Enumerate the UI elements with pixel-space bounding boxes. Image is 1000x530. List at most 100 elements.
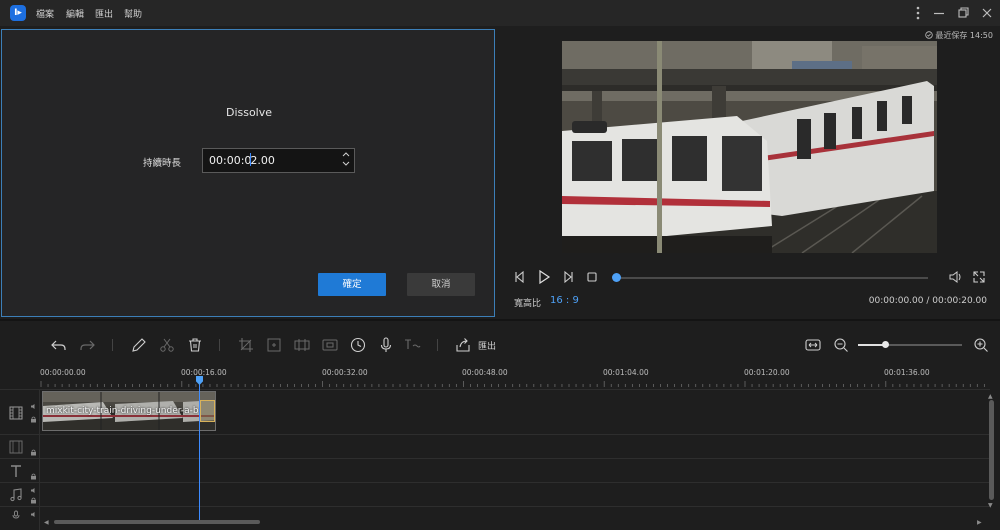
video-preview [562,41,937,253]
autosave-status: 最近保存 14:50 [925,30,993,41]
transition-settings-dialog: Dissolve 持續時長 00:00:02.00 確定 取消 [1,29,495,317]
duration-stepper[interactable] [341,150,351,171]
speaker-icon [31,488,35,493]
zoom-out-icon[interactable] [832,336,850,354]
clip-name: mixkit-city-train-driving-under-a-b [46,406,199,416]
ruler-ticks [40,381,985,387]
scroll-right-arrow-icon[interactable]: ▶ [977,519,982,526]
track-header [0,507,40,530]
dialog-title: Dissolve [225,106,273,119]
title-bar: I▸ 檔案 編輯 匯出 幫助 [0,0,1000,26]
mosaic-icon[interactable] [321,336,339,354]
crop-icon[interactable] [237,336,255,354]
overlay-film-icon [9,440,23,454]
music-note-icon [10,488,22,502]
fullscreen-icon[interactable] [971,269,987,285]
ruler-label: 00:00:32.00 [322,368,368,377]
video-clip[interactable]: mixkit-city-train-driving-under-a-b [42,391,216,431]
timecode-readout: 00:00:00.00 / 00:00:20.00 [868,296,987,306]
track-header [0,483,40,506]
lock-icon [31,473,36,480]
timeline-ruler[interactable]: 00:00:00.00 00:00:16.00 00:00:32.00 00:0… [40,364,988,388]
next-frame-icon[interactable] [560,269,576,285]
vertical-scrollbar[interactable] [989,400,994,500]
cut-icon[interactable] [158,336,176,354]
edit-toolbar: 匯出 [0,328,1000,360]
export-label[interactable]: 匯出 [478,339,496,352]
duration-value-part1: 00:00:0 [209,154,252,167]
fit-timeline-icon[interactable] [804,336,822,354]
duration-label: 持續時長 [143,158,182,169]
stop-icon[interactable] [584,269,600,285]
ruler-label: 00:01:20.00 [744,368,790,377]
menu-edit[interactable]: 編輯 [66,7,84,20]
voice-icon [12,510,20,519]
zoom-in-icon[interactable] [972,336,990,354]
menu-help[interactable]: 幫助 [124,7,142,20]
scroll-up-arrow-icon[interactable]: ▲ [988,393,993,400]
speaker-icon [31,512,35,517]
ruler-label: 00:00:00.00 [40,368,86,377]
horizontal-scrollbar[interactable] [54,520,260,524]
preview-panel: 最近保存 14:50 寬高比 16: 9 00:00:00.00 / 00:0… [498,29,1000,317]
toolbar-separator [437,339,438,351]
playback-progress-bar[interactable] [616,277,928,279]
toolbar-separator [112,339,113,351]
transition-marker[interactable] [200,400,215,422]
lock-icon [31,416,36,423]
scroll-down-arrow-icon[interactable]: ▼ [988,502,993,509]
previous-frame-icon[interactable] [512,269,528,285]
ruler-label: 00:00:16.00 [181,368,227,377]
aspect-ratio-label: 寬高比 [514,299,542,309]
text-icon [11,465,21,477]
minimize-icon[interactable] [930,4,948,22]
chevron-down-icon[interactable] [341,160,351,170]
autosave-text: 最近保存 14:50 [935,31,993,40]
aspect-ratio-value[interactable]: 16 : 9 [550,295,579,306]
zoom-frame-icon[interactable] [265,336,283,354]
track-header [0,435,40,458]
duration-field[interactable]: 00:00:02.00 [202,148,355,173]
text-to-speech-icon[interactable] [403,336,421,354]
check-circle-icon [925,31,933,39]
delete-icon[interactable] [186,336,204,354]
ok-button[interactable]: 確定 [318,273,386,296]
duration-value-part2: 2.00 [250,154,275,167]
cancel-button[interactable]: 取消 [407,273,475,296]
edit-pencil-icon[interactable] [130,336,148,354]
speaker-icon [31,404,35,409]
lock-icon [31,449,36,456]
play-icon[interactable] [536,269,552,285]
logo-icon: I▸ [10,5,26,21]
chevron-up-icon[interactable] [341,150,351,160]
menu-file[interactable]: 檔案 [36,7,54,20]
export-icon[interactable] [454,336,472,354]
more-options-icon[interactable] [909,4,927,22]
panel-divider [0,319,1000,321]
track-header [0,459,40,482]
track-header [0,390,40,434]
film-icon [9,406,23,420]
undo-icon[interactable] [50,336,68,354]
microphone-icon[interactable] [377,336,395,354]
restore-icon[interactable] [954,4,972,22]
redo-icon[interactable] [78,336,96,354]
ruler-label: 00:01:36.00 [884,368,930,377]
ruler-label: 00:00:48.00 [462,368,508,377]
music-track [0,482,990,506]
scroll-left-arrow-icon[interactable]: ◀ [44,519,49,526]
voice-track [0,506,990,530]
speed-clock-icon[interactable] [349,336,367,354]
zoom-slider-fill [858,344,886,346]
zoom-slider-knob[interactable] [882,341,890,348]
pip-track [0,434,990,458]
close-icon[interactable] [978,4,996,22]
playback-progress-knob[interactable] [612,273,621,282]
toolbar-separator [219,339,220,351]
player-controls [498,269,1000,289]
volume-icon[interactable] [947,269,963,285]
playhead-line[interactable] [199,380,200,520]
split-screen-icon[interactable] [293,336,311,354]
ruler-label: 00:01:04.00 [603,368,649,377]
menu-export[interactable]: 匯出 [95,7,113,20]
